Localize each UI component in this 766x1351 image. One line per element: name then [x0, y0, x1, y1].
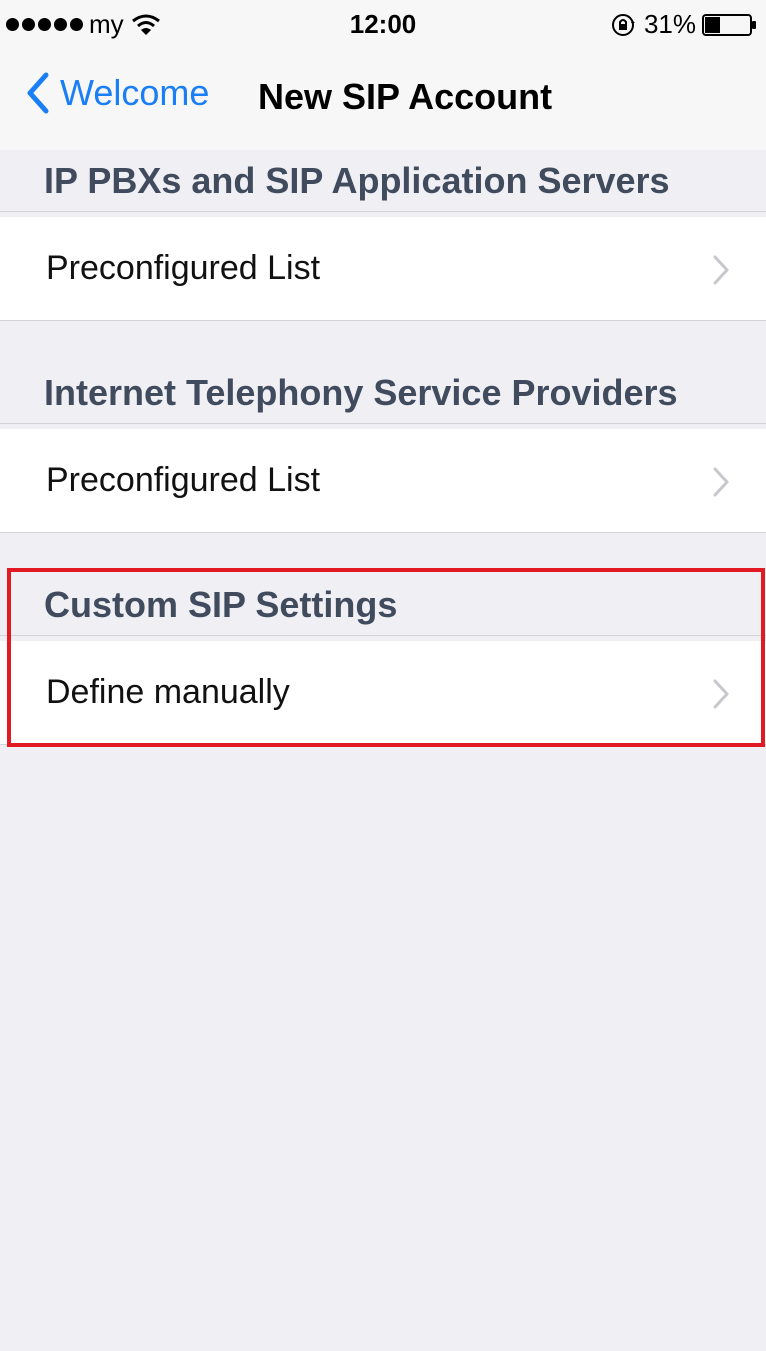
- define-manually-cell[interactable]: Define manually: [0, 641, 766, 745]
- page-title: New SIP Account: [258, 76, 553, 117]
- chevron-right-icon: [713, 467, 729, 497]
- battery-icon: [702, 13, 756, 36]
- rotation-lock-icon: [611, 13, 635, 36]
- chevron-right-icon: [713, 679, 729, 709]
- back-button[interactable]: Welcome: [26, 72, 209, 114]
- section-header-ip-pbx: IP PBXs and SIP Application Servers: [0, 150, 766, 212]
- status-bar-right: 31%: [610, 9, 758, 40]
- status-bar: my 12:00 31%: [0, 0, 766, 50]
- chevron-right-icon: [713, 255, 729, 285]
- preconfigured-list-ip-pbx-cell[interactable]: Preconfigured List: [0, 217, 766, 321]
- navigation-bar: Welcome New SIP Account: [0, 50, 766, 150]
- battery-percent: 31%: [643, 9, 696, 39]
- back-button-label: Welcome: [60, 72, 210, 113]
- cell-label: Define manually: [46, 673, 290, 711]
- preconfigured-list-itsp-cell[interactable]: Preconfigured List: [0, 429, 766, 533]
- section-header-itsp: Internet Telephony Service Providers: [0, 362, 766, 424]
- chevron-left-icon: [27, 72, 49, 114]
- cell-label: Preconfigured List: [46, 249, 321, 287]
- cell-label: Preconfigured List: [46, 461, 321, 499]
- section-header-custom-sip: Custom SIP Settings: [0, 574, 766, 636]
